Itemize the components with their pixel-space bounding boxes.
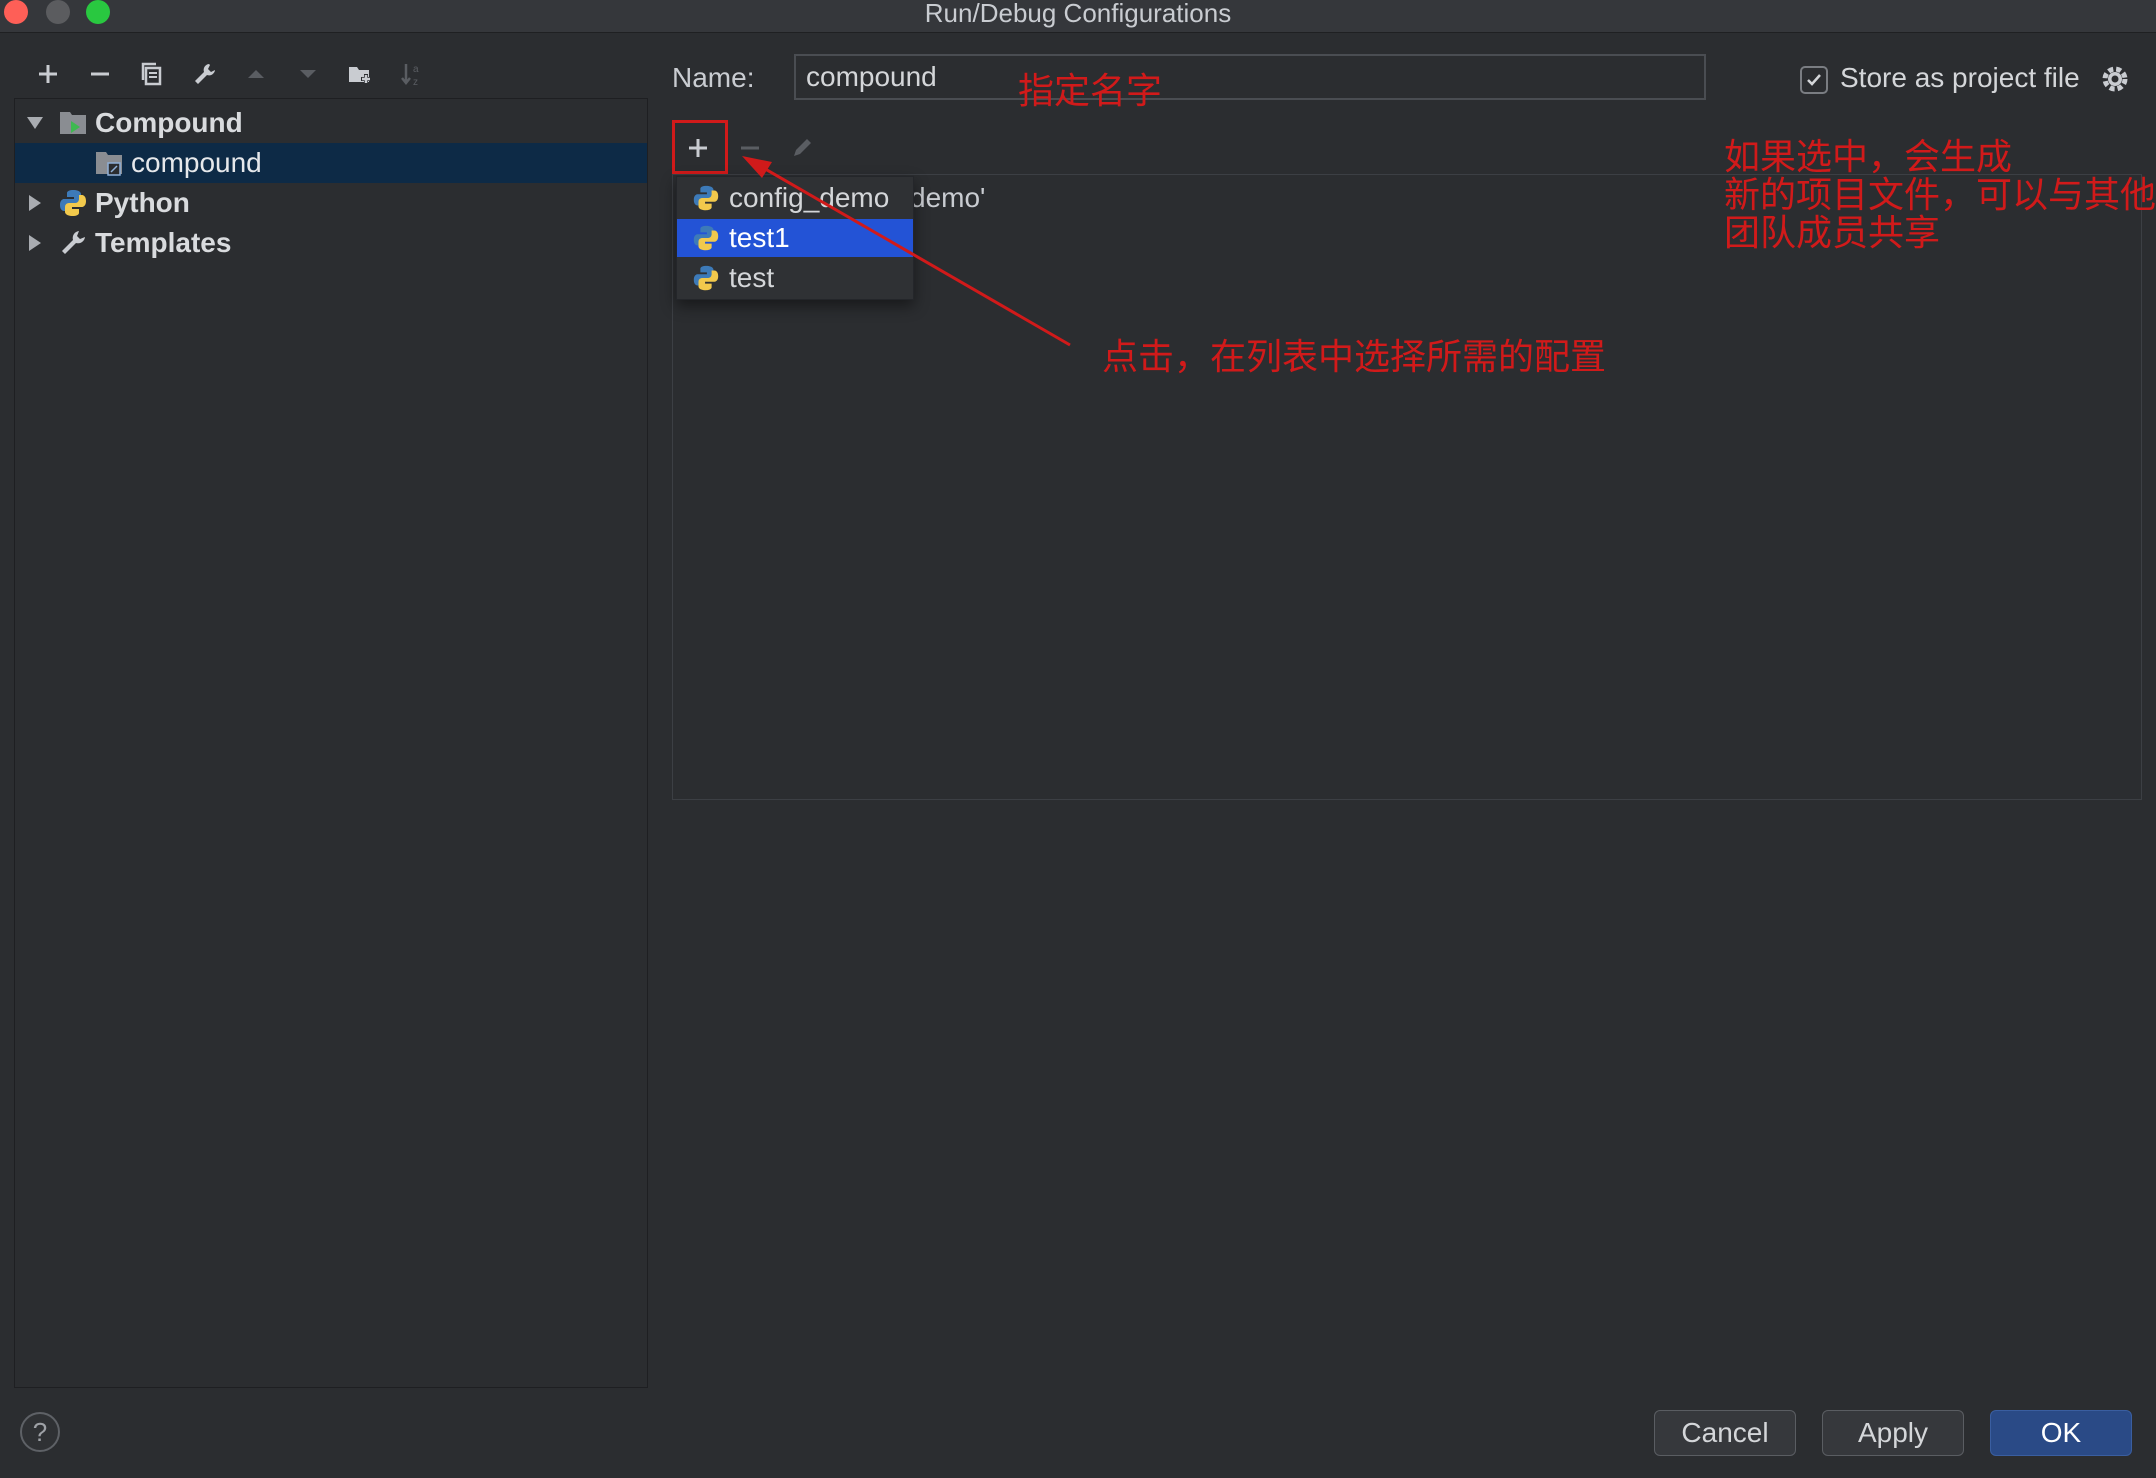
edit-templates-button[interactable]	[178, 54, 230, 94]
tree-item-compound-config[interactable]: compound	[15, 143, 647, 183]
python-icon	[60, 190, 86, 216]
window-title: Run/Debug Configurations	[924, 0, 1232, 28]
add-configuration-button[interactable]	[22, 54, 74, 94]
apply-button[interactable]: Apply	[1822, 1410, 1964, 1456]
tree-item-label: compound	[131, 147, 262, 178]
sort-alpha-icon: az	[401, 64, 419, 88]
python-icon	[693, 185, 719, 211]
tree-item-compound-group[interactable]: Compound	[15, 103, 647, 143]
cancel-button[interactable]: Cancel	[1654, 1410, 1796, 1456]
popup-item-label: config_demo	[729, 182, 890, 213]
gear-icon[interactable]	[2098, 62, 2132, 96]
ok-button[interactable]: OK	[1990, 1410, 2132, 1456]
configurations-toolbar: az	[22, 54, 438, 94]
tree-item-label: Compound	[95, 107, 243, 138]
new-folder-icon	[349, 67, 371, 84]
copy-configuration-button[interactable]	[126, 54, 178, 94]
add-button-highlight	[672, 120, 728, 174]
svg-text:z: z	[413, 77, 418, 88]
wrench-icon	[195, 64, 215, 84]
sort-alphabetically-button[interactable]: az	[386, 54, 438, 94]
list-item-partial-text: demo'	[910, 182, 986, 213]
add-icon	[39, 65, 57, 83]
chevron-down-icon[interactable]	[23, 111, 47, 135]
move-down-button[interactable]	[282, 54, 334, 94]
pencil-icon	[794, 139, 811, 156]
chevron-right-icon[interactable]	[23, 191, 47, 215]
remove-configuration-button[interactable]	[74, 54, 126, 94]
annotation-store-hint-line3: 团队成员共享	[1724, 212, 1941, 253]
wrench-icon	[62, 231, 85, 254]
name-input[interactable]: compound	[794, 54, 1706, 100]
help-button[interactable]: ?	[20, 1412, 60, 1452]
chevron-right-icon[interactable]	[23, 231, 47, 255]
tree-item-templates[interactable]: Templates	[15, 223, 647, 263]
python-icon	[693, 225, 719, 251]
configurations-tree: Compound compound Python Templates	[14, 98, 648, 1388]
tree-item-python[interactable]: Python	[15, 183, 647, 223]
popup-item-config-demo[interactable]: config_demo	[677, 179, 913, 217]
popup-item-test1[interactable]: test1	[677, 219, 913, 257]
python-icon	[693, 265, 719, 291]
tree-item-label: Templates	[95, 227, 232, 258]
configuration-picker-popup: config_demo test1 test	[676, 176, 914, 300]
move-up-icon	[248, 70, 264, 78]
compound-config-icon	[96, 152, 122, 176]
popup-item-test[interactable]: test	[677, 259, 913, 297]
remove-icon	[91, 72, 109, 76]
store-as-project-file-label: Store as project file	[1840, 62, 2080, 93]
move-up-button[interactable]	[230, 54, 282, 94]
title-bar: Run/Debug Configurations	[0, 0, 2156, 33]
annotation-name-hint: 指定名字	[1018, 70, 1163, 111]
checkmark-icon	[1807, 74, 1821, 86]
remove-icon	[741, 146, 759, 150]
compound-icon	[60, 112, 86, 134]
annotation-store-hint-line1: 如果选中，会生成	[1724, 136, 2013, 177]
svg-text:a: a	[413, 64, 419, 75]
annotation-store-hint-line2: 新的项目文件，可以与其他	[1724, 174, 2156, 215]
copy-icon	[141, 62, 162, 86]
popup-item-label: test	[729, 262, 775, 293]
name-label: Name:	[672, 62, 755, 93]
remove-run-configuration-button[interactable]	[724, 124, 776, 172]
store-as-project-file-checkbox[interactable]	[1800, 66, 1828, 94]
annotation-add-hint: 点击，在列表中选择所需的配置	[1102, 336, 1607, 377]
tree-item-label: Python	[95, 187, 190, 218]
new-folder-button[interactable]	[334, 54, 386, 94]
edit-run-configuration-button[interactable]	[776, 124, 828, 172]
popup-item-label: test1	[729, 222, 790, 253]
move-down-icon	[300, 70, 316, 78]
